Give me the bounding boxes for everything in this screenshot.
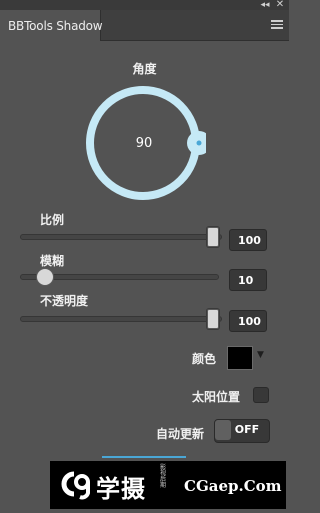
collapse-panel-icon[interactable]: ◂◂ [258,0,272,10]
sun-position-label: 太阳位置 [192,390,241,404]
scale-slider-thumb[interactable] [207,227,219,247]
scale-value-field[interactable]: 100 [229,229,267,251]
color-swatch[interactable] [227,346,253,370]
watermark-site-text: CGaep.Com [184,477,282,495]
watermark-sub-text: 影视 后期 [160,464,167,489]
angle-value: 90 [135,136,153,151]
opacity-slider-thumb[interactable] [207,309,219,329]
opacity-value-field[interactable]: 100 [229,310,267,332]
auto-update-toggle-knob[interactable] [215,420,231,440]
blur-value-field[interactable]: 10 [229,269,267,291]
sun-position-checkbox[interactable] [253,387,269,403]
blur-label: 模糊 [40,254,65,268]
angle-dial-handle-dot [196,140,202,146]
scale-label: 比例 [40,213,65,227]
color-label: 颜色 [192,352,217,366]
auto-update-state: OFF [234,423,260,436]
blur-slider-thumb[interactable] [36,268,54,286]
opacity-slider-track[interactable] [20,316,222,322]
color-dropdown-icon[interactable]: ▼ [257,350,264,360]
scale-slider-track[interactable] [20,234,222,240]
watermark-logo-icon [61,471,90,500]
angle-label: 角度 [132,62,157,76]
panel-menu-icon[interactable] [271,20,283,30]
watermark-chinese-text: 学摄 [96,475,146,503]
opacity-label: 不透明度 [40,294,89,308]
auto-update-label: 自动更新 [156,427,205,441]
panel-top-strip [0,0,289,10]
close-panel-icon[interactable]: ✕ [273,0,287,10]
tab-title: BBTools Shadow [8,19,103,33]
